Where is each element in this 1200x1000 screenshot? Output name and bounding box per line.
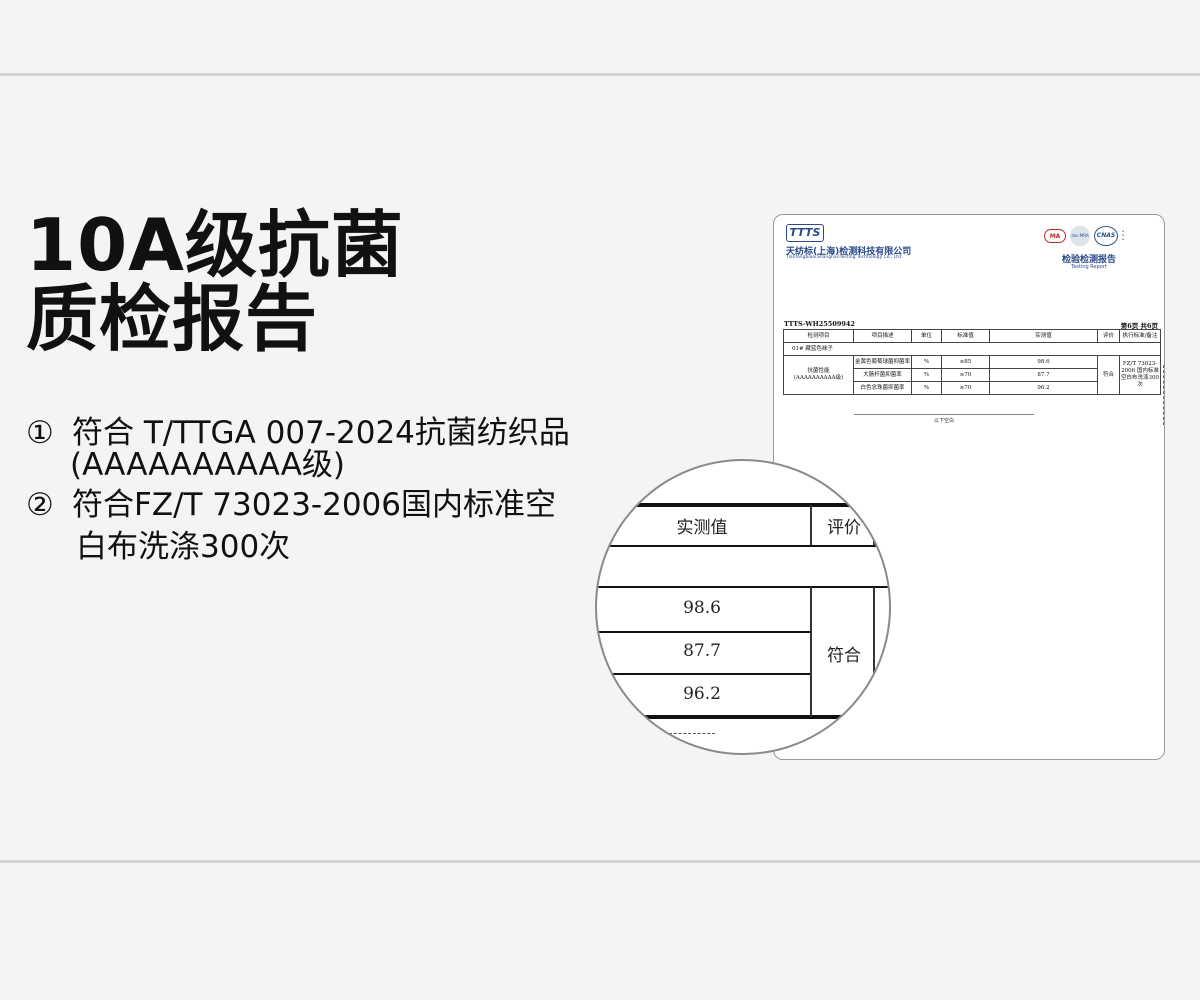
bullet-2-continued: 白布洗涤300次 — [76, 529, 291, 565]
mag-evaluation: 符合 — [827, 646, 861, 666]
mag-value-2: 87.7 — [683, 641, 721, 661]
company-name-en: Tianfangbiao(Shanghai)Testing Technology… — [786, 255, 903, 260]
seal-edge — [1161, 365, 1164, 425]
certification-logos: MA ilac-MRA CNAS ▪ ▪ ▪ — [1044, 226, 1144, 249]
header-cell: 单位 — [911, 329, 942, 343]
row-std: ≥85 — [941, 355, 990, 369]
header-cell: 标准值 — [941, 329, 990, 343]
row-std: ≥70 — [941, 368, 990, 382]
mag-header-value: 实测值 — [676, 518, 728, 538]
test-item: 抗菌性能 (AAAAAAAAAA级) — [783, 355, 854, 395]
ilac-mra-logo: ilac-MRA — [1070, 226, 1090, 246]
row-std: ≥70 — [941, 381, 990, 395]
header-cell: 执行标准/备注 — [1119, 329, 1161, 343]
bullet-2-number: ② — [26, 487, 54, 523]
table-row: 抗菌性能 (AAAAAAAAAA级) 金黄色葡萄球菌抑菌率 % ≥85 98.6… — [783, 355, 1161, 395]
cnas-logo: CNAS — [1094, 226, 1118, 246]
mag-rule — [597, 586, 889, 588]
row-value: 87.7 — [989, 368, 1098, 382]
report-number: TTTS-WH25509942 — [784, 320, 855, 328]
row-value: 96.2 — [989, 381, 1098, 395]
sample-label: 01# 藏蓝色袜子 — [783, 342, 1161, 356]
header-cell: 项目描述 — [853, 329, 912, 343]
mag-value-3: 96.2 — [683, 684, 721, 704]
magnifier-zoom: 实测值 评价 98.6 87.7 96.2 符合 — [595, 459, 891, 755]
top-divider — [0, 73, 1200, 76]
mag-rule — [597, 503, 889, 507]
cert-fine-print: ▪ ▪ ▪ — [1122, 229, 1125, 241]
mag-header-evaluation: 评价 — [827, 518, 861, 538]
header-cell: 评价 — [1097, 329, 1120, 343]
page-title-line2: 质检报告 — [26, 277, 319, 361]
mag-dashed-line — [669, 733, 715, 734]
report-title-en: Testing Report — [1071, 264, 1107, 270]
row-unit: % — [911, 368, 942, 382]
bullet-2-text: 符合FZ/T 73023-2006国内标准空 — [72, 487, 556, 523]
mag-rule — [597, 631, 811, 633]
page-title-line1: 10A级抗菌 — [26, 203, 404, 287]
row-desc: 金黄色葡萄球菌抑菌率 — [853, 355, 912, 369]
header-cell: 实测值 — [989, 329, 1098, 343]
table-header-row: 检测项目 项目描述 单位 标准值 实测值 评价 执行标准/备注 — [783, 329, 1161, 343]
mag-rule — [597, 673, 811, 675]
evaluation-cell: 符合 — [1097, 355, 1120, 395]
row-desc: 白色念珠菌抑菌率 — [853, 381, 912, 395]
ma-logo: MA — [1044, 229, 1066, 243]
mag-col-rule — [873, 505, 875, 545]
bullet-1-continued: (AAAAAAAAAA级) — [70, 447, 346, 483]
row-unit: % — [911, 381, 942, 395]
mag-value-1: 98.6 — [683, 598, 721, 618]
row-unit: % — [911, 355, 942, 369]
company-logo: TTTS — [786, 224, 824, 242]
mag-rule — [597, 715, 889, 719]
mag-col-rule — [810, 505, 812, 545]
results-table: 检测项目 项目描述 单位 标准值 实测值 评价 执行标准/备注 01# 藏蓝色袜… — [783, 329, 1161, 395]
standard-cell: FZ/T 73023-2006 国内标准空白布洗涤300次 — [1119, 355, 1161, 395]
table-underline — [854, 414, 1034, 415]
bottom-divider — [0, 860, 1200, 863]
bullet-1-number: ① — [26, 415, 54, 451]
row-desc: 大肠杆菌抑菌率 — [853, 368, 912, 382]
bullet-2: ② 符合FZ/T 73023-2006国内标准空 — [26, 486, 556, 524]
sample-row: 01# 藏蓝色袜子 — [783, 342, 1161, 356]
end-note: 以下空白 — [934, 418, 955, 424]
mag-rule — [597, 545, 889, 547]
row-value: 98.6 — [989, 355, 1098, 369]
mag-col-rule — [810, 587, 812, 717]
mag-col-rule — [873, 587, 875, 717]
header-cell: 检测项目 — [783, 329, 854, 343]
